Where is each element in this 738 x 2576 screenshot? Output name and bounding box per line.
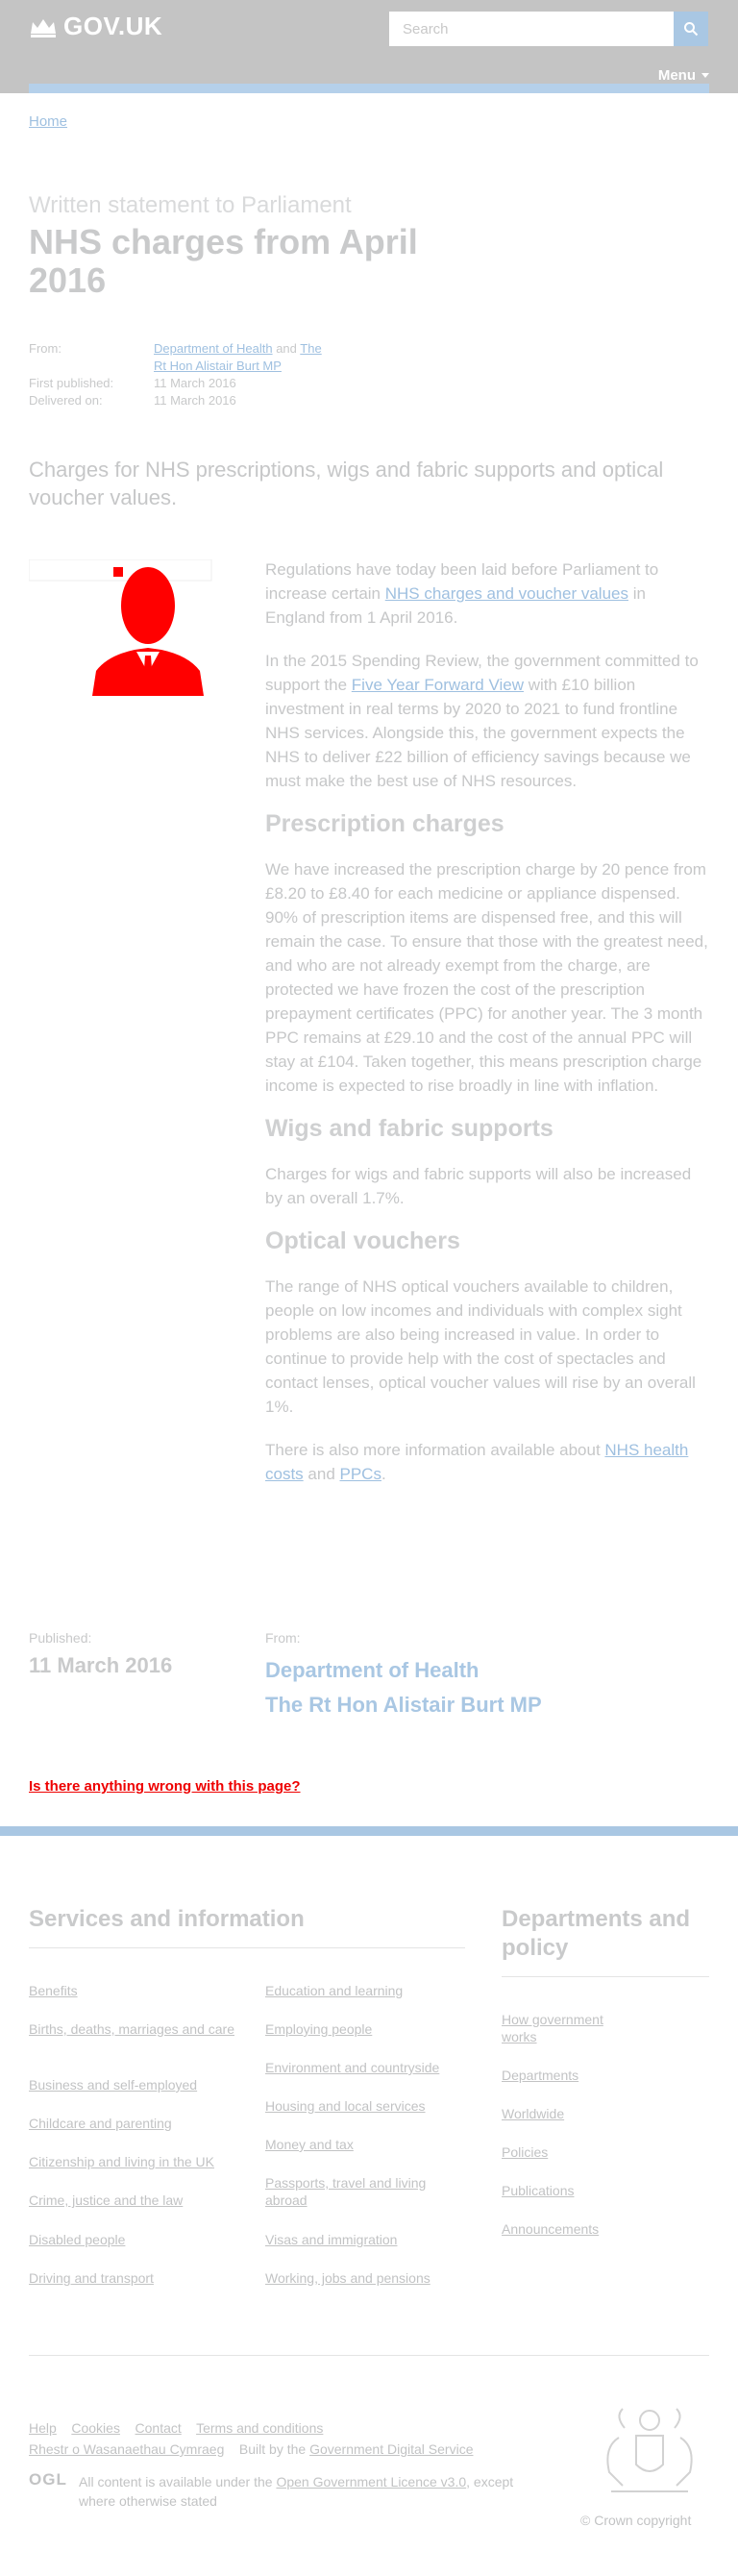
meta-and: and — [276, 341, 297, 356]
footer-link[interactable]: Disabled people — [29, 2231, 240, 2248]
from-label: From: — [265, 1630, 301, 1646]
heading-optical-vouchers: Optical vouchers — [265, 1227, 460, 1254]
report-problem-link[interactable]: Is there anything wrong with this page? — [29, 1778, 301, 1795]
footer-divider — [29, 2355, 709, 2356]
footer-link[interactable]: How government works — [502, 2011, 636, 2045]
paragraph-text: . — [381, 1465, 386, 1483]
ppcs-link[interactable]: PPCs — [340, 1465, 381, 1483]
footer-link[interactable]: Working, jobs and pensions — [265, 2269, 457, 2287]
paragraph-optical: The range of NHS optical vouchers availa… — [265, 1277, 696, 1416]
open-government-licence-link[interactable]: Open Government Licence v3.0 — [276, 2474, 466, 2489]
footer-link[interactable]: Visas and immigration — [265, 2231, 457, 2248]
legal-links: Help Cookies Contact Terms and condition… — [29, 2420, 323, 2436]
meta-first-published-value: 11 March 2016 — [154, 376, 236, 390]
footer-heading-departments: Departments and policy — [502, 1906, 691, 1961]
meta-first-published-label: First published: — [29, 376, 114, 390]
meta-delivered-row: Delivered on: 11 March 2016 — [29, 392, 461, 409]
header-accent-bar — [29, 84, 709, 93]
search-icon — [684, 22, 699, 37]
caret-down-icon — [701, 72, 709, 78]
page-context: Written statement to Parliament — [29, 192, 352, 218]
meta-from-row: From: Department of Health and The Rt Ho… — [29, 340, 461, 375]
publication-meta: Published: 11 March 2016 From: Departmen… — [29, 1630, 701, 1722]
heading-wigs: Wigs and fabric supports — [265, 1115, 554, 1142]
cookies-link[interactable]: Cookies — [71, 2420, 120, 2436]
search-input[interactable] — [389, 12, 674, 46]
paragraph-text: and — [303, 1465, 340, 1483]
statement-body: Regulations have today been laid before … — [265, 557, 709, 1505]
footer-link[interactable]: Money and tax — [265, 2136, 457, 2153]
published-block: Published: 11 March 2016 — [29, 1630, 265, 1722]
footer-link[interactable]: Employing people — [265, 2020, 457, 2038]
ogl-logo-text: OGL — [29, 2470, 67, 2489]
site-footer: Services and information Departments and… — [0, 1826, 738, 2576]
licence-text: All content is available under the Open … — [79, 2472, 521, 2511]
search-button[interactable] — [674, 12, 708, 46]
paragraph-regulations: Regulations have today been laid before … — [265, 557, 709, 630]
org-link-department-of-health[interactable]: Department of Health — [265, 1653, 542, 1688]
menu-toggle[interactable]: Menu — [658, 67, 709, 84]
royal-coat-of-arms-icon — [606, 2408, 693, 2492]
meta-first-published-row: First published: 11 March 2016 — [29, 375, 461, 392]
footer-heading-services: Services and information — [29, 1906, 305, 1932]
crown-copyright: © Crown copyright — [580, 2513, 692, 2528]
five-year-forward-view-link[interactable]: Five Year Forward View — [352, 676, 524, 694]
footer-link[interactable]: Business and self-employed — [29, 2076, 240, 2093]
meta-delivered-label: Delivered on: — [29, 393, 103, 408]
licence-text-part: All content is available under the — [79, 2474, 277, 2489]
footer-link[interactable]: Environment and countryside — [265, 2059, 457, 2076]
paragraph-spending-review: In the 2015 Spending Review, the governm… — [265, 649, 709, 793]
charges-link[interactable]: NHS charges and voucher values — [385, 584, 628, 603]
built-by-text: Built by the — [238, 2441, 310, 2457]
meta-from-value: Department of Health and The Rt Hon Alis… — [154, 340, 336, 375]
footer-link[interactable]: Citizenship and living in the UK — [29, 2153, 240, 2170]
lead-summary: Charges for NHS prescriptions, wigs and … — [29, 458, 664, 509]
paragraph-more-info: There is also more information available… — [265, 1438, 709, 1486]
footer-link[interactable]: Driving and transport — [29, 2269, 240, 2287]
page-title: NHS charges from April 2016 — [29, 222, 418, 300]
paragraph-wigs: Charges for wigs and fabric supports wil… — [265, 1165, 692, 1207]
footer-link[interactable]: Housing and local services — [265, 2097, 457, 2115]
meta-org-link-1[interactable]: Department of Health — [154, 341, 273, 356]
footer-link[interactable]: Departments — [502, 2067, 636, 2084]
footer-link[interactable]: Publications — [502, 2182, 636, 2199]
footer-link[interactable]: Childcare and parenting — [29, 2115, 240, 2132]
menu-label: Menu — [657, 67, 696, 84]
footer-link[interactable]: Births, deaths, marriages and care — [29, 2020, 240, 2038]
footer-divider — [29, 1947, 465, 1948]
footer-link[interactable]: Announcements — [502, 2220, 636, 2238]
footer-divider — [502, 1976, 709, 1977]
footer-link[interactable]: Worldwide — [502, 2105, 636, 2122]
minister-portrait — [29, 559, 212, 696]
published-label: Published: — [29, 1630, 92, 1646]
metadata: From: Department of Health and The Rt Ho… — [29, 340, 461, 409]
heading-prescription-charges: Prescription charges — [265, 810, 504, 837]
terms-link[interactable]: Terms and conditions — [196, 2420, 323, 2436]
contact-link[interactable]: Contact — [135, 2420, 182, 2436]
title-block: Written statement to Parliament NHS char… — [29, 192, 432, 300]
footer-link[interactable]: Passports, travel and living abroad — [265, 2174, 457, 2209]
welsh-and-built-by: Rhestr o Wasanaethau Cymraeg Built by th… — [29, 2441, 473, 2457]
logo-text: GOV.UK — [63, 12, 163, 40]
published-date: 11 March 2016 — [29, 1653, 173, 1677]
footer-link[interactable]: Policies — [502, 2143, 636, 2161]
meta-from-label: From: — [29, 341, 62, 356]
footer-link[interactable]: Crime, justice and the law — [29, 2192, 240, 2209]
welsh-services-link[interactable]: Rhestr o Wasanaethau Cymraeg — [29, 2441, 224, 2457]
gds-link[interactable]: Government Digital Service — [309, 2441, 473, 2457]
search-form — [389, 12, 708, 46]
meta-delivered-value: 11 March 2016 — [154, 393, 236, 408]
ogl-logo: OGL — [29, 2470, 67, 2489]
govuk-logo-link[interactable]: GOV.UK — [29, 12, 162, 41]
help-link[interactable]: Help — [29, 2420, 57, 2436]
crown-icon — [31, 18, 56, 37]
paragraph-text: There is also more information available… — [265, 1441, 605, 1459]
footer-link[interactable]: Education and learning — [265, 1982, 457, 1999]
org-link-alistair-burt[interactable]: The Rt Hon Alistair Burt MP — [265, 1688, 542, 1722]
site-header: GOV.UK Menu — [0, 0, 738, 93]
footer-link[interactable]: Benefits — [29, 1982, 240, 1999]
breadcrumb-home[interactable]: Home — [29, 113, 67, 130]
paragraph-prescription: We have increased the prescription charg… — [265, 860, 708, 1095]
from-block: From: Department of Health The Rt Hon Al… — [265, 1630, 542, 1722]
